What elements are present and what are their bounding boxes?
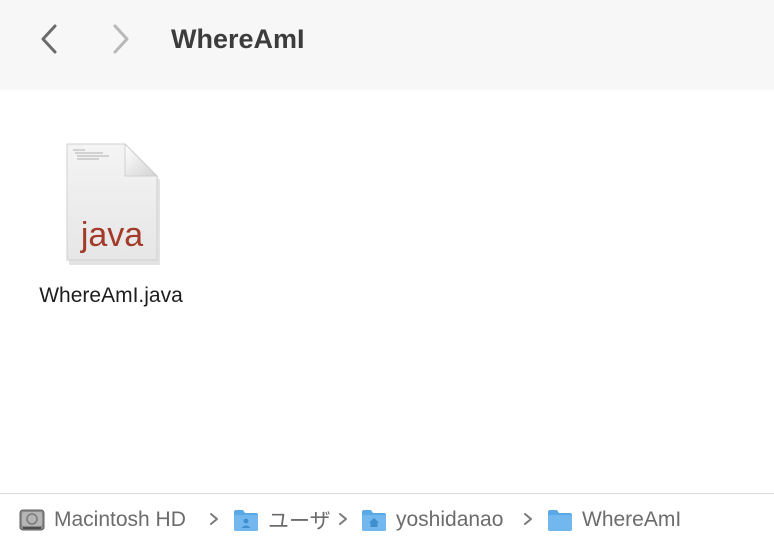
file-name: WhereAmI.java (39, 284, 183, 307)
java-file-icon: java (66, 142, 160, 265)
path-item-users[interactable]: ユーザ (232, 506, 331, 534)
path-item-label: Macintosh HD (54, 508, 186, 531)
file-browser-area[interactable]: java WhereAmI.java (0, 90, 774, 493)
path-item-current-folder[interactable]: WhereAmI (546, 506, 681, 534)
chevron-right-icon (210, 513, 218, 525)
path-item-label: WhereAmI (582, 508, 682, 531)
path-item-home[interactable]: yoshidanao (360, 506, 503, 534)
users-folder-icon (234, 510, 258, 531)
forward-button[interactable] (104, 22, 138, 56)
toolbar: WhereAmI (0, 0, 774, 90)
chevron-right-icon (339, 513, 347, 525)
chevron-right-icon (524, 513, 532, 525)
path-bar: Macintosh HD ユーザ yoshidanao WhereAmI (0, 493, 774, 546)
window-title: WhereAmI (171, 24, 305, 54)
file-type-badge: java (80, 216, 143, 254)
folder-icon (548, 510, 572, 531)
path-item-label: yoshidanao (396, 508, 504, 531)
file-item[interactable]: java WhereAmI.java (18, 140, 204, 320)
chevron-right-icon (113, 24, 129, 54)
path-item-macintosh-hd[interactable]: Macintosh HD (18, 506, 186, 534)
back-button[interactable] (32, 22, 66, 56)
path-item-label: ユーザ (268, 510, 331, 533)
hard-drive-icon (19, 509, 45, 531)
finder-window: WhereAmI java WhereAmI.java Macintosh HD… (0, 0, 774, 546)
chevron-left-icon (41, 24, 57, 54)
home-folder-icon (362, 510, 386, 531)
